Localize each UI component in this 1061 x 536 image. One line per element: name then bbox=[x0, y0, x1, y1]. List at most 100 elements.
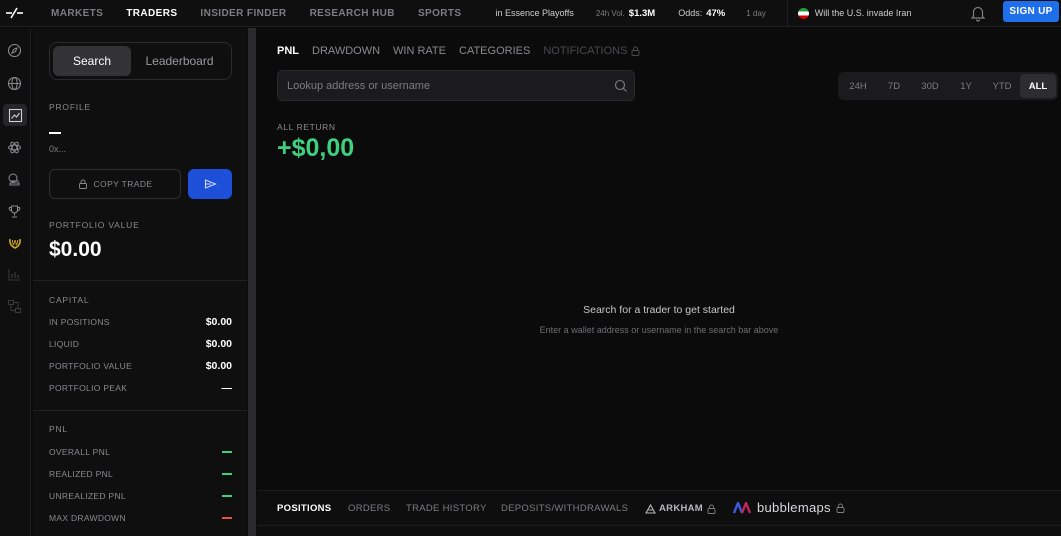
trader-search bbox=[277, 70, 635, 101]
profile-label: PROFILE bbox=[49, 102, 91, 112]
divider bbox=[33, 410, 247, 411]
tab-win-rate[interactable]: WIN RATE bbox=[393, 45, 446, 57]
laurel-badge-icon[interactable]: W bbox=[6, 234, 23, 251]
empty-state-subtitle: Enter a wallet address or username in th… bbox=[539, 325, 779, 335]
nav-insider-finder[interactable]: INSIDER FINDER bbox=[200, 8, 286, 19]
nav-research-hub[interactable]: RESEARCH HUB bbox=[310, 8, 395, 19]
capital-value: — bbox=[221, 382, 233, 394]
pnl-row: REALIZED PNL bbox=[49, 469, 232, 479]
pnl-row: OVERALL PNL bbox=[49, 447, 232, 457]
ticker-vol-label: 24h Vol. bbox=[595, 8, 625, 18]
tab-leaderboard[interactable]: Leaderboard bbox=[131, 46, 228, 76]
profile-address: 0x... bbox=[49, 144, 67, 154]
tab-notifications-label: NOTIFICATIONS bbox=[543, 45, 628, 57]
profile-panel: Search Leaderboard PROFILE 0x... COPY TR… bbox=[33, 28, 247, 536]
traders-chart-icon[interactable] bbox=[3, 104, 27, 126]
icon-rail: W bbox=[0, 28, 31, 536]
pnl-key: OVERALL PNL bbox=[49, 447, 111, 457]
tab-deposits-withdrawals[interactable]: DEPOSITS/WITHDRAWALS bbox=[501, 503, 628, 514]
divider bbox=[33, 280, 247, 281]
pnl-key: MAX DRAWDOWN bbox=[49, 513, 126, 523]
svg-text:W: W bbox=[11, 240, 18, 247]
copy-trade-label: COPY TRADE bbox=[93, 179, 153, 189]
panel-scrollbar[interactable] bbox=[248, 28, 256, 536]
chart-tabs: PNL DRAWDOWN WIN RATE CATEGORIES NOTIFIC… bbox=[277, 45, 653, 57]
capital-row: LIQUID $0.00 bbox=[49, 338, 232, 350]
arkham-label: ARKHAM bbox=[659, 503, 704, 514]
bell-icon[interactable] bbox=[969, 4, 987, 22]
coins-icon[interactable] bbox=[6, 171, 23, 188]
tab-drawdown[interactable]: DRAWDOWN bbox=[312, 45, 380, 57]
capital-row: PORTFOLIO PEAK — bbox=[49, 382, 232, 394]
iran-flag-icon bbox=[797, 7, 809, 19]
tab-trade-history[interactable]: TRADE HISTORY bbox=[406, 503, 487, 514]
return-label: ALL RETURN bbox=[277, 122, 336, 132]
trophy-icon[interactable] bbox=[6, 203, 23, 220]
bottom-tabs: POSITIONS ORDERS TRADE HISTORY DEPOSITS/… bbox=[257, 490, 1061, 536]
compass-icon[interactable] bbox=[6, 42, 23, 59]
top-nav: MARKETS TRADERS INSIDER FINDER RESEARCH … bbox=[0, 0, 1061, 27]
divider bbox=[786, 0, 788, 27]
return-value: +$0,00 bbox=[277, 134, 355, 162]
ticker-vol-value: $1.3M bbox=[628, 7, 656, 19]
range-1y[interactable]: 1Y bbox=[948, 74, 984, 98]
tab-orders[interactable]: ORDERS bbox=[348, 503, 390, 514]
nav-traders[interactable]: TRADERS bbox=[126, 8, 177, 19]
tab-positions[interactable]: POSITIONS bbox=[277, 503, 331, 514]
ticker-odds-value: 47% bbox=[706, 7, 726, 19]
portfolio-value-label: PORTFOLIO VALUE bbox=[49, 220, 140, 230]
pnl-row: MAX DRAWDOWN bbox=[49, 513, 232, 523]
network-icon[interactable] bbox=[6, 298, 23, 315]
range-7d[interactable]: 7D bbox=[876, 74, 912, 98]
globe-icon[interactable] bbox=[6, 75, 23, 92]
logo[interactable] bbox=[0, 0, 27, 27]
ticker-odds-label: Odds: bbox=[678, 8, 703, 18]
capital-label: CAPITAL bbox=[49, 295, 90, 305]
logo-icon bbox=[5, 7, 23, 19]
capital-value: $0.00 bbox=[205, 316, 232, 328]
lock-icon bbox=[707, 504, 716, 514]
range-30d[interactable]: 30D bbox=[912, 74, 948, 98]
tab-categories[interactable]: CATEGORIES bbox=[459, 45, 530, 57]
capital-key: PORTFOLIO PEAK bbox=[49, 383, 128, 393]
ticker-event: in Essence Playoffs bbox=[495, 8, 574, 18]
capital-value: $0.00 bbox=[205, 338, 232, 350]
time-range-selector: 24H 7D 30D 1Y YTD ALL bbox=[838, 72, 1058, 100]
range-ytd[interactable]: YTD bbox=[984, 74, 1020, 98]
tab-pnl[interactable]: PNL bbox=[277, 45, 299, 57]
main-area: PNL DRAWDOWN WIN RATE CATEGORIES NOTIFIC… bbox=[257, 28, 1061, 536]
app-root: MARKETS TRADERS INSIDER FINDER RESEARCH … bbox=[0, 0, 1061, 536]
share-icon bbox=[204, 179, 217, 189]
bubblemaps-logo-icon bbox=[733, 501, 752, 513]
arkham-logo-icon bbox=[645, 503, 656, 514]
search-icon[interactable] bbox=[614, 79, 628, 93]
search-input[interactable] bbox=[287, 78, 607, 94]
profile-name-placeholder bbox=[49, 132, 61, 134]
pnl-key: REALIZED PNL bbox=[49, 469, 114, 479]
range-24h[interactable]: 24H bbox=[840, 74, 876, 98]
tab-notifications[interactable]: NOTIFICATIONS bbox=[543, 45, 640, 57]
share-profile-button[interactable] bbox=[188, 169, 232, 199]
sign-up-button[interactable]: SIGN UP bbox=[1003, 1, 1059, 22]
market-ticker[interactable]: in Essence Playoffs 24h Vol. $1.3M Odds:… bbox=[495, 0, 911, 27]
pnl-label: PNL bbox=[49, 424, 68, 434]
pnl-empty-indicator bbox=[222, 517, 232, 519]
nav-markets[interactable]: MARKETS bbox=[51, 8, 103, 19]
panel-mode-toggle: Search Leaderboard bbox=[49, 42, 232, 80]
capital-row: IN POSITIONS $0.00 bbox=[49, 316, 232, 328]
tab-bubblemaps[interactable]: bubblemaps bbox=[733, 500, 845, 515]
range-all[interactable]: ALL bbox=[1020, 74, 1056, 98]
capital-key: IN POSITIONS bbox=[49, 317, 110, 327]
nav-sports[interactable]: SPORTS bbox=[418, 8, 462, 19]
tab-arkham[interactable]: ARKHAM bbox=[645, 503, 716, 514]
tab-search[interactable]: Search bbox=[53, 46, 131, 76]
lock-icon bbox=[836, 503, 845, 513]
capital-key: LIQUID bbox=[49, 339, 80, 349]
pnl-row: UNREALIZED PNL bbox=[49, 491, 232, 501]
bar-chart-icon[interactable] bbox=[6, 266, 23, 283]
capital-value: $0.00 bbox=[205, 360, 232, 372]
portfolio-value: $0.00 bbox=[49, 238, 102, 261]
atom-icon[interactable] bbox=[6, 139, 23, 156]
pnl-empty-indicator bbox=[222, 473, 232, 475]
copy-trade-button[interactable]: COPY TRADE bbox=[49, 169, 181, 199]
